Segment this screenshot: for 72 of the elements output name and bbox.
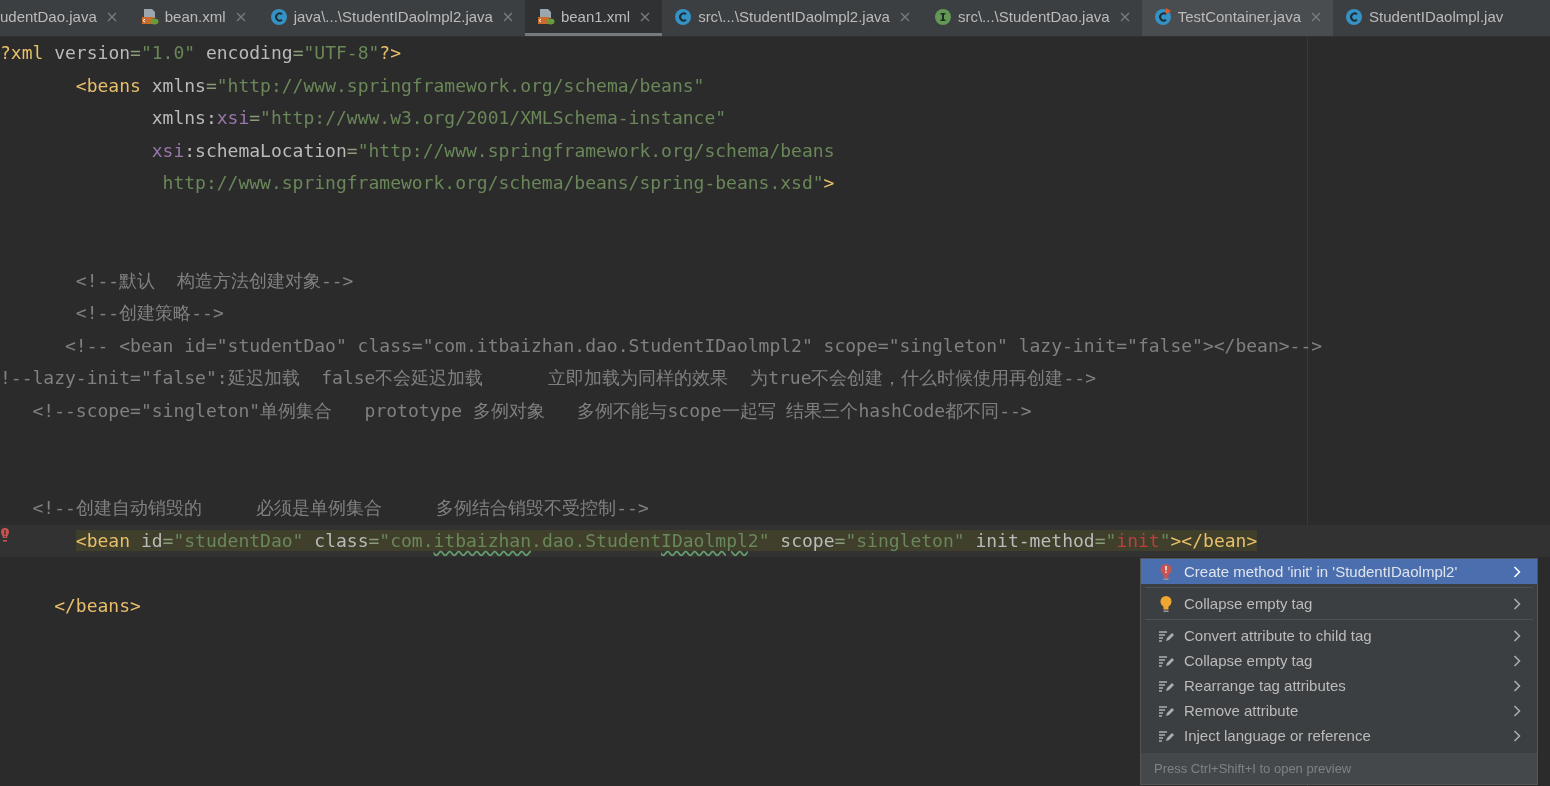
code-line: <!--创建自动销毁的 必须是单例集合 多例结合销毁不受控制--> — [31, 496, 649, 521]
tab-label: udentDao.java — [0, 8, 97, 25]
menu-item-label: Convert attribute to child tag — [1184, 627, 1373, 644]
pencil-lines-icon — [1158, 678, 1174, 693]
close-icon[interactable] — [502, 11, 513, 22]
menu-item-label: Remove attribute — [1184, 702, 1300, 719]
xml-file-icon — [140, 7, 159, 26]
menu-item-label: Collapse empty tag — [1184, 652, 1314, 669]
chevron-right-icon — [1513, 704, 1521, 717]
tab-label: src\...\StudentIDaolmpl2.java — [698, 8, 890, 25]
pencil-lines-icon — [1158, 703, 1174, 718]
pencil-lines-icon — [1158, 728, 1174, 743]
close-icon[interactable] — [235, 11, 246, 22]
code-line: <!--scope="singleton"单例集合 prototype 多例对象 多例不能与scope一起写 结果三个hashCode都不同--> — [31, 398, 1032, 423]
code-line: <!--创建策略--> — [74, 301, 224, 326]
tab-label: bean.xml — [164, 8, 226, 25]
tab-label: java\...\StudentIDaolmpl2.java — [293, 8, 493, 25]
close-icon[interactable] — [106, 11, 117, 22]
code-line: xsi:schemaLocation="http://www.springframework.org/schema/beans — [150, 138, 835, 163]
chevron-right-icon — [1513, 597, 1521, 610]
close-icon[interactable] — [640, 11, 651, 22]
xml-file-icon — [536, 7, 555, 26]
chevron-right-icon — [1513, 565, 1521, 578]
error-icon[interactable] — [0, 526, 10, 545]
tab-label: TestContainer.java — [1177, 8, 1302, 25]
close-icon[interactable] — [1119, 11, 1130, 22]
file-tab[interactable]: src\...\StudentDao.java — [921, 0, 1142, 36]
chevron-right-icon — [1513, 679, 1521, 692]
chevron-right-icon — [1513, 729, 1521, 742]
code-line: <!-- <bean id="studentDao" class="com.itbaizhan.dao.StudentIDaolmpl2" scope="singleton" lazy-init="false"></bean>--> — [64, 333, 1323, 358]
chevron-right-icon — [1513, 654, 1521, 667]
hint-text: Press Ctrl+Shift+I to open preview — [1141, 753, 1537, 784]
menu-item[interactable]: Inject language or reference — [1141, 723, 1537, 748]
file-tab[interactable]: TestContainer.java — [1141, 0, 1334, 36]
menu-item-label: Rearrange tag attributes — [1184, 677, 1347, 694]
file-tab[interactable]: bean1.xml — [524, 0, 663, 36]
code-line: http://www.springframework.org/schema/beans/spring-beans.xsd"> — [161, 171, 835, 196]
code-line: <beans xmlns="http://www.springframework.org/schema/beans" — [74, 73, 705, 98]
menu-item-label: Create method 'init' in 'StudentIDaolmpl2' — [1184, 563, 1459, 580]
close-icon[interactable] — [899, 11, 910, 22]
lightbulb-icon — [1158, 594, 1174, 613]
menu-item[interactable]: Convert attribute to child tag — [1141, 623, 1537, 648]
menu-item-label: Inject language or reference — [1184, 727, 1372, 744]
chevron-right-icon — [1513, 629, 1521, 642]
code-line: xmlns:xsi="http://www.w3.org/2001/XMLSchema-instance" — [150, 106, 727, 131]
menu-item[interactable]: Collapse empty tag — [1141, 591, 1537, 616]
close-icon[interactable] — [1311, 11, 1322, 22]
menu-item[interactable]: Collapse empty tag — [1141, 648, 1537, 673]
class-file-icon — [1345, 7, 1364, 26]
file-tab[interactable]: udentDao.java — [0, 0, 129, 36]
class-file-icon — [1153, 7, 1172, 26]
menu-item[interactable]: Create method 'init' in 'StudentIDaolmpl2' — [1141, 559, 1537, 584]
tab-label: StudentIDaolmpl.jav — [1369, 8, 1504, 25]
pencil-lines-icon — [1158, 653, 1174, 668]
code-line: </beans> — [53, 593, 141, 618]
file-tab[interactable]: src\...\StudentIDaolmpl2.java — [662, 0, 922, 36]
code-line: !--lazy-init="false":延迟加载 false不会延迟加载 立即加载为同样的效果 为true不会创建，什么时候使用再创建--> — [0, 366, 1096, 391]
menu-item[interactable]: Rearrange tag attributes — [1141, 673, 1537, 698]
code-line: ?xml version="1.0" encoding="UTF-8"?> — [0, 41, 402, 66]
file-tab[interactable]: bean.xml — [128, 0, 258, 36]
menu-item-label: Collapse empty tag — [1184, 595, 1314, 612]
error-bulb-icon — [1158, 562, 1174, 581]
file-tab[interactable]: StudentIDaolmpl.jav — [1333, 0, 1516, 36]
pencil-lines-icon — [1158, 628, 1174, 643]
file-tab[interactable]: java\...\StudentIDaolmpl2.java — [257, 0, 525, 36]
code-line: <!--默认 构造方法创建对象--> — [74, 268, 354, 293]
interface-file-icon — [933, 7, 952, 26]
tab-label: bean1.xml — [560, 8, 631, 25]
class-file-icon — [674, 7, 693, 26]
class-file-icon — [269, 7, 288, 26]
menu-item[interactable]: Remove attribute — [1141, 698, 1537, 723]
tab-label: src\...\StudentDao.java — [957, 8, 1110, 25]
